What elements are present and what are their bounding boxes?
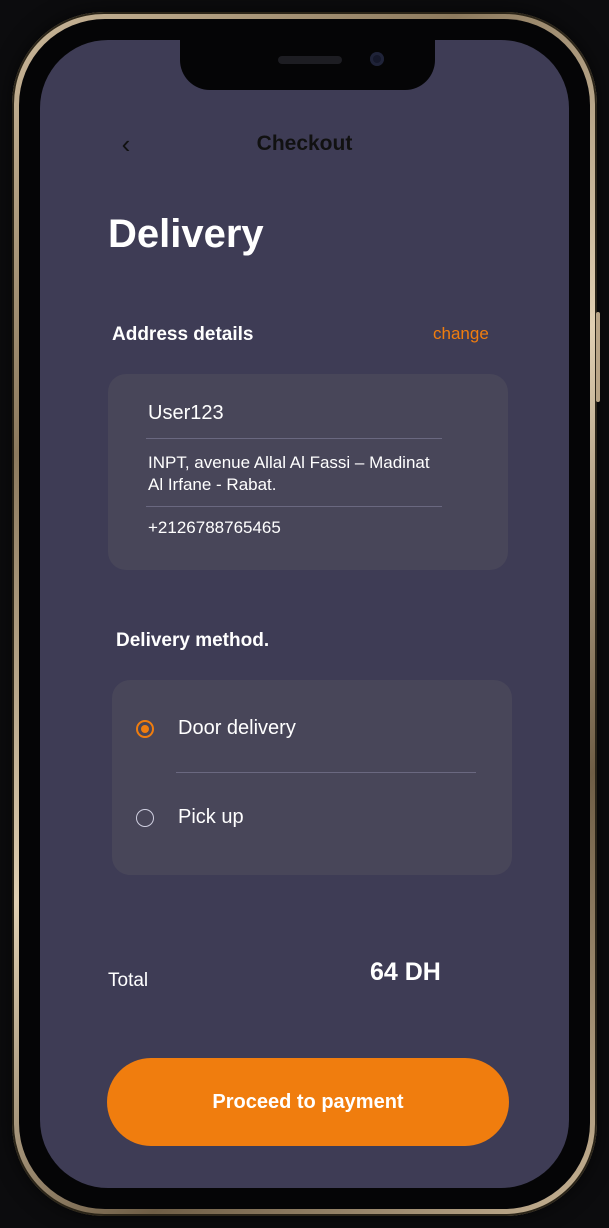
- front-camera: [370, 52, 384, 66]
- delivery-method-card: Door delivery Pick up: [112, 680, 512, 875]
- option-door-delivery[interactable]: Door delivery: [136, 714, 476, 744]
- option-label: Pick up: [178, 806, 244, 828]
- page-title: Delivery: [108, 212, 264, 256]
- notch: [180, 40, 435, 90]
- address-name: User123: [148, 402, 224, 424]
- divider: [176, 772, 476, 773]
- change-address-link[interactable]: change: [433, 324, 489, 344]
- radio-selected-icon[interactable]: [136, 720, 154, 738]
- total-label: Total: [108, 970, 149, 991]
- option-label: Door delivery: [178, 717, 296, 739]
- app-screen: ‹ Checkout Delivery Address details chan…: [40, 40, 569, 1188]
- divider: [146, 438, 442, 439]
- phone-frame: ‹ Checkout Delivery Address details chan…: [12, 12, 600, 1216]
- option-pick-up[interactable]: Pick up: [136, 803, 476, 833]
- header-title: Checkout: [256, 132, 353, 155]
- side-button: [596, 312, 600, 402]
- proceed-to-payment-button[interactable]: Proceed to payment: [107, 1058, 509, 1146]
- speaker-grille: [278, 56, 342, 64]
- address-phone: +2126788765465: [148, 518, 281, 537]
- delivery-method-label: Delivery method.: [116, 630, 270, 651]
- divider: [146, 506, 442, 507]
- address-street: INPT, avenue Allal Al Fassi – Madinat Al…: [148, 453, 430, 494]
- address-card: User123 INPT, avenue Allal Al Fassi – Ma…: [108, 374, 508, 570]
- total-value: 64 DH: [370, 958, 441, 986]
- radio-unselected-icon[interactable]: [136, 809, 154, 827]
- address-details-label: Address details: [112, 324, 254, 345]
